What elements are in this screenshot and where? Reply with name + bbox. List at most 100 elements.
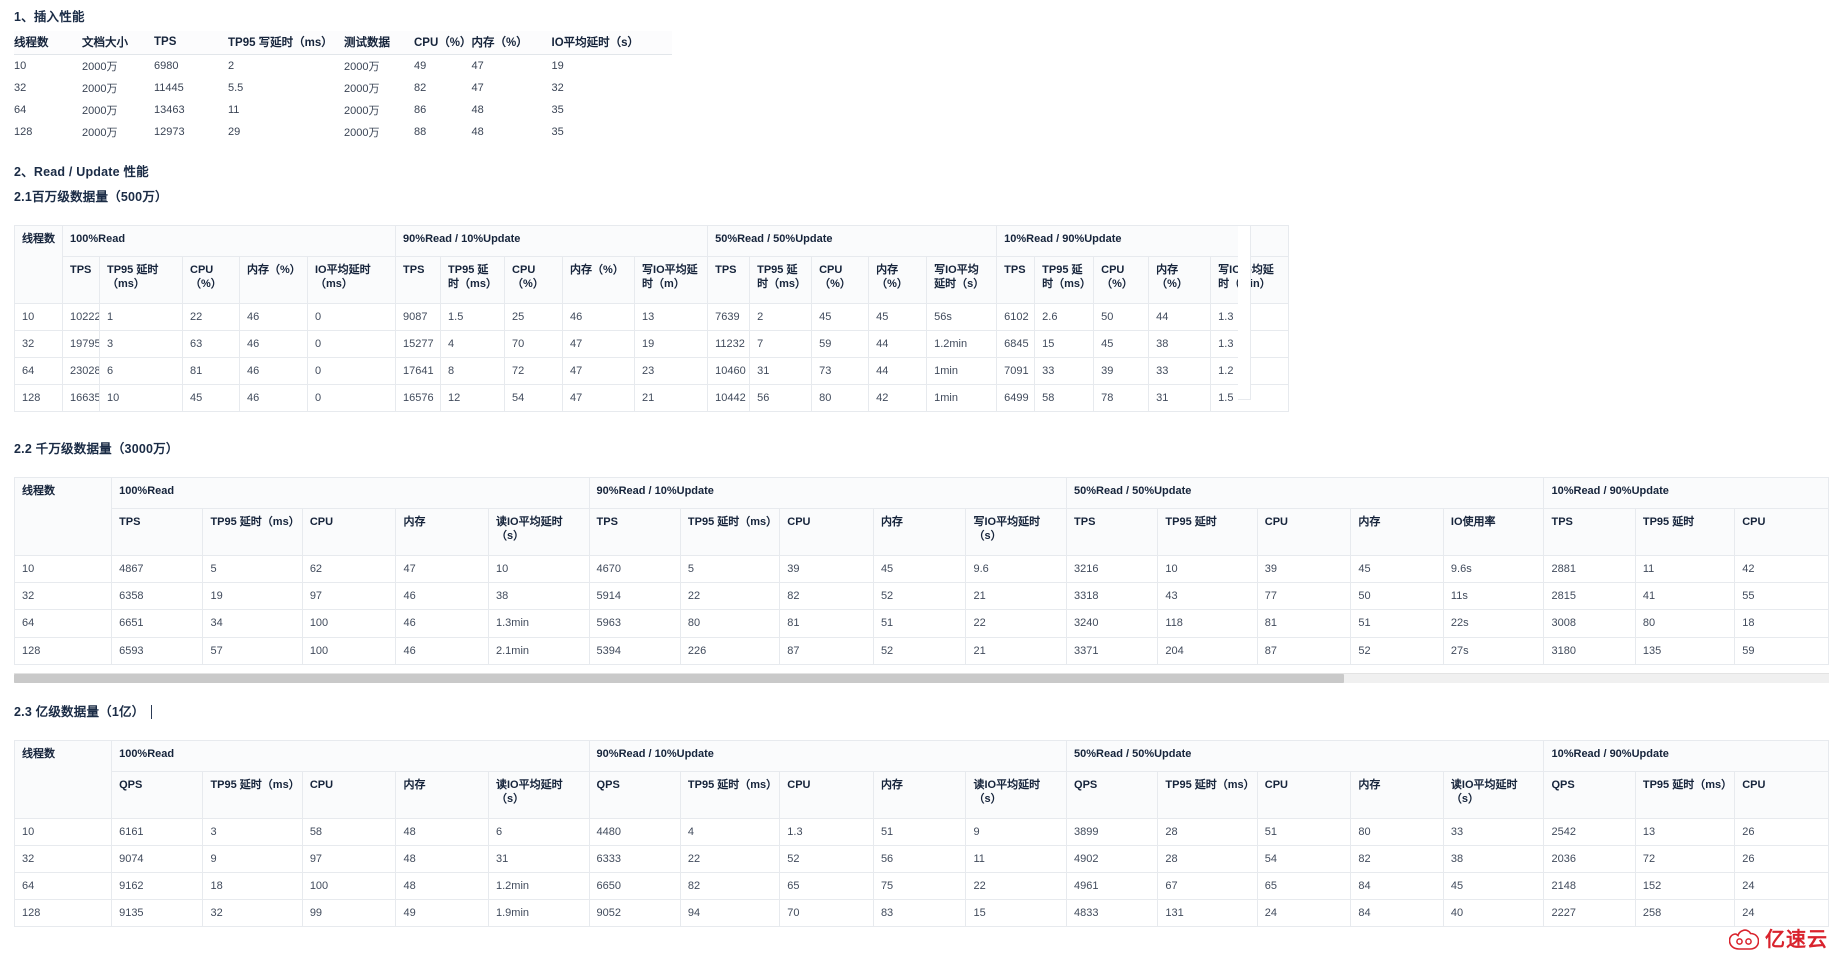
cell-value: 10460 (707, 357, 751, 386)
cell-value: 54 (504, 384, 564, 413)
group-header-90-read: 90%Read / 10%Update (395, 225, 709, 257)
cell-value: 24 (1734, 871, 1829, 900)
table-row: 128 6593 57 100 46 2.1min 5394 226 87 52… (13, 636, 1829, 665)
cell-value: 51 (872, 609, 967, 638)
cell-value: 100 (301, 636, 397, 665)
column-header-test-data: 测试数据 (344, 31, 414, 55)
subheader-cpu: CPU（%） (504, 256, 564, 304)
cell-value: 15 (965, 898, 1068, 927)
subheader-tps: TPS (707, 256, 751, 304)
cell-value: 6 (99, 357, 183, 386)
text-cursor (151, 704, 153, 719)
subsection-title-21: 2.1百万级数据量（500万） (14, 190, 168, 204)
cell-value: 7 (749, 330, 813, 359)
cell-value: 26 (1734, 844, 1829, 873)
cell-threads: 10 (13, 817, 113, 846)
cell-value: 0 (306, 302, 397, 332)
cell-value: 32 (202, 898, 303, 927)
cell-value: 40 (1442, 898, 1545, 927)
cell-value: 3216 (1066, 555, 1159, 584)
cell-value: 52 (1350, 636, 1444, 665)
table-22-subheader-row: TPS TP95 延时（ms） CPU 内存 读IO平均延时（s） TPS TP… (15, 508, 1829, 557)
subheader-write-io-latency: 写IO平均延时（s） (965, 508, 1068, 557)
cell-threads: 64 (13, 609, 113, 638)
scrollbar-thumb[interactable] (14, 673, 1344, 683)
subheader-qps: QPS (111, 770, 204, 819)
cell-value: 52 (872, 636, 967, 665)
subheader-cpu: CPU (1256, 508, 1352, 557)
cell-value: 44 (1148, 302, 1212, 332)
group-header-50-read: 50%Read / 50%Update (707, 225, 998, 257)
cell-threads: 128 (13, 636, 113, 665)
cell-value: 4867 (111, 555, 204, 584)
watermark-text: 亿速云 (1765, 929, 1828, 951)
subheader-tps: TPS (62, 256, 100, 304)
cell-value: 42 (868, 384, 928, 413)
subheader-tps: TPS (395, 256, 442, 304)
cell-value: 9.6s (1442, 555, 1545, 584)
cell-value: 33 (1148, 357, 1212, 386)
cell-value: 15277 (395, 330, 442, 359)
cell-value: 46 (239, 330, 308, 359)
cell-threads: 64 (14, 104, 27, 116)
table-22-group-header-row: 线程数 100%Read 90%Read / 10%Update 50%Read… (13, 477, 1829, 557)
cell-value: 70 (504, 330, 564, 359)
cell-value: 48 (395, 817, 489, 846)
cell-value: 31 (487, 844, 590, 873)
cell-value: 47 (562, 384, 636, 413)
cell-value: 48 (395, 844, 489, 873)
cell-value: 3899 (1066, 817, 1159, 846)
subheader-memory: 内存 (872, 770, 967, 819)
horizontal-scrollbar[interactable] (14, 672, 1829, 683)
cell-value: 2 (749, 302, 813, 332)
cell-value: 6358 (111, 582, 204, 611)
subheader-tp95: TP95 延时（ms） (1157, 770, 1258, 819)
cell-value: 46 (239, 357, 308, 386)
cell-value: 131 (1157, 898, 1258, 927)
cell-threads: 32 (14, 82, 27, 94)
cell-value: 47 (395, 555, 489, 584)
subheader-tps: TPS (111, 508, 204, 557)
table-row: 64 23028 6 81 46 0 17641 8 72 47 23 1046… (14, 357, 1290, 386)
group-header-10-read: 10%Read / 90%Update (1543, 739, 1829, 772)
cell-value: 47 (562, 357, 636, 386)
cell-value: 87 (779, 636, 874, 665)
group-header-100-read: 100%Read (61, 225, 397, 257)
subheader-cpu: CPU (1734, 770, 1829, 819)
table-row: 32 19795 3 63 46 0 15277 4 70 47 19 1123… (14, 330, 1290, 359)
cell-value: 226 (679, 636, 781, 665)
cell-value: 77 (1256, 582, 1352, 611)
cell-threads: 32 (13, 844, 113, 873)
subheader-qps: QPS (1066, 770, 1159, 819)
cell-value: 2.1min (487, 636, 590, 665)
subheader-tp95: TP95 延时（ms） (749, 256, 813, 304)
cell-value: 135 (1634, 636, 1736, 665)
cell-value: 4833 (1066, 898, 1159, 927)
cell-value: 80 (811, 384, 870, 413)
cell-tps: 6980 (154, 60, 179, 72)
cell-value: 1.2min (487, 871, 590, 900)
cell-value: 52 (779, 844, 874, 873)
insert-table-body: 10 2000万 6980 2 2000万 49 47 19 32 2000万 … (14, 55, 672, 144)
cell-value: 45 (868, 302, 928, 332)
cell-value: 72 (1634, 844, 1736, 873)
cell-value: 2881 (1543, 555, 1636, 584)
cell-value: 10 (99, 384, 183, 413)
subheader-tp95: TP95 延时（ms） (440, 256, 506, 304)
cell-value: 21 (965, 636, 1068, 665)
cell-threads: 10 (14, 60, 27, 72)
cell-value: 46 (395, 636, 489, 665)
column-header-threads: 线程数 (13, 739, 113, 819)
cell-value: 22 (965, 609, 1068, 638)
cell-value: 2815 (1543, 582, 1636, 611)
cell-value: 22 (679, 582, 781, 611)
subheader-memory: 内存 (1350, 770, 1444, 819)
document-page: 1、插入性能 线程数 文档大小 TPS TP95 写延时（ms） 测试数据 CP… (0, 0, 1842, 959)
cell-io: 35 (551, 104, 564, 116)
subheader-memory: 内存（%） (562, 256, 636, 304)
cell-value: 54 (1256, 844, 1352, 873)
cell-testdata: 2000万 (344, 61, 380, 73)
subheader-tp95: TP95 延时（ms） (1634, 770, 1736, 819)
cell-value: 6650 (588, 871, 681, 900)
cell-value: 2227 (1543, 898, 1636, 927)
